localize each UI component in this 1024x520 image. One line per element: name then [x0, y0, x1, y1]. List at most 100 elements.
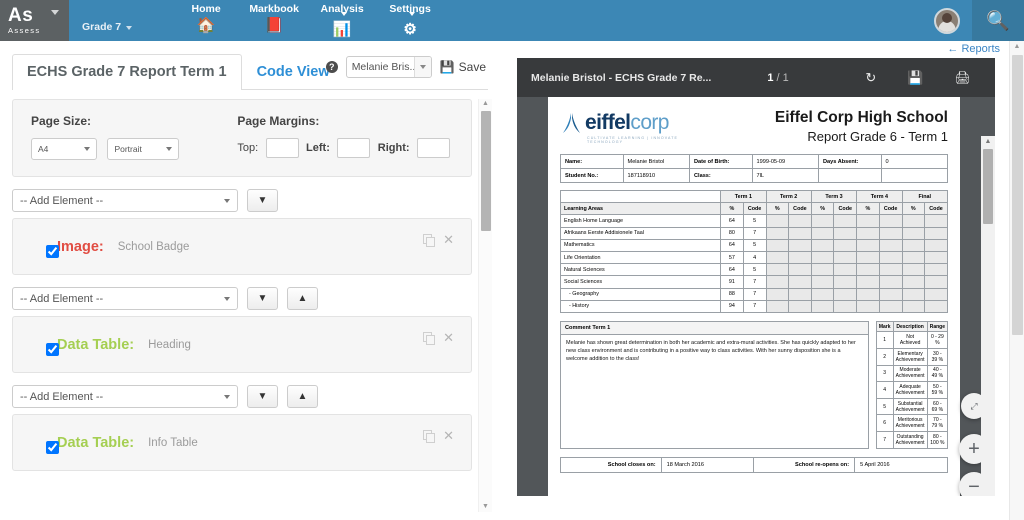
empty-mark-cell — [765, 214, 789, 228]
achievement-scale-table: Mark Description Range 1 Not Achieved 0 - … — [875, 320, 949, 449]
margin-top-input[interactable] — [265, 138, 299, 158]
pdf-scrollbar[interactable]: ▲ — [981, 136, 995, 496]
absent-value: 0 — [880, 154, 948, 169]
school-closes-value: 18 March 2016 — [660, 456, 755, 473]
add-element-placeholder: -- Add Element -- — [20, 390, 104, 403]
element-enabled-checkbox[interactable] — [46, 245, 59, 258]
code-cell: 5 — [742, 214, 767, 228]
duplicate-icon[interactable] — [423, 234, 436, 247]
nav-item-label: Markbook — [249, 3, 299, 15]
scroll-up-arrow-icon[interactable]: ▲ — [1010, 41, 1024, 53]
empty-mark-cell — [833, 287, 858, 301]
element-row-image[interactable]: Image: School Badge ✕ — [12, 218, 472, 275]
close-icon[interactable]: ✕ — [443, 331, 454, 344]
window-scrollbar[interactable]: ▲ — [1009, 41, 1024, 520]
learning-area-cell: - History — [559, 299, 722, 313]
scrollbar-thumb[interactable] — [1012, 55, 1023, 335]
add-element-select[interactable]: -- Add Element -- — [12, 189, 238, 212]
print-icon[interactable]: 🖨 — [954, 70, 971, 86]
element-actions: ✕ — [423, 233, 454, 247]
empty-mark-cell — [765, 226, 789, 240]
editor-scroll-area[interactable]: Page Size: A4 Portrait Page Margins: Top… — [12, 99, 490, 514]
close-icon[interactable]: ✕ — [443, 429, 454, 442]
empty-mark-cell — [833, 275, 858, 289]
duplicate-icon[interactable] — [423, 332, 436, 345]
duplicate-icon[interactable] — [423, 430, 436, 443]
save-button[interactable]: 💾 Save — [440, 60, 486, 74]
pdf-page-area[interactable]: eiffelcorp CULTIVATE LEARNING | INNOVATE… — [517, 97, 995, 496]
school-reopens-label: School re-opens on: — [753, 456, 856, 473]
scale-mark-cell: 6 — [875, 414, 894, 433]
element-type-label: Data Table: — [57, 434, 135, 451]
bar-chart-icon: 📊 — [332, 21, 352, 38]
scroll-down-arrow-icon[interactable]: ▼ — [479, 502, 492, 512]
comment-box: Comment Term 1 Melanie has shown great d… — [560, 320, 869, 449]
move-down-button[interactable]: ▼ — [247, 189, 278, 212]
class-value: 7lL — [751, 168, 819, 183]
move-up-button[interactable]: ▲ — [287, 287, 318, 310]
scale-range-cell: 0 - 29 % — [926, 331, 949, 350]
chevron-down-icon — [126, 26, 133, 30]
element-row-heading[interactable]: Data Table: Heading ✕ — [12, 316, 472, 373]
scroll-up-arrow-icon[interactable]: ▲ — [479, 99, 492, 109]
percent-cell: 57 — [720, 250, 744, 265]
nav-item-markbook[interactable]: Markbook 📕 — [240, 0, 308, 41]
dob-label: Date of Birth: — [688, 154, 753, 169]
empty-mark-cell — [810, 226, 835, 240]
rotate-icon[interactable]: ↻ — [865, 70, 876, 86]
nav-item-settings[interactable]: Settings ⚙ — [376, 0, 444, 41]
principal-signature: E Coller — [560, 493, 948, 496]
add-element-select[interactable]: -- Add Element -- — [12, 287, 238, 310]
element-enabled-checkbox[interactable] — [46, 343, 59, 356]
save-button-label: Save — [458, 60, 486, 74]
add-element-select[interactable]: -- Add Element -- — [12, 385, 238, 408]
element-row-info-table[interactable]: Data Table: Info Table ✕ — [12, 414, 472, 471]
brand-logo[interactable]: As Assess — [0, 0, 69, 41]
table-row: - Geography 88 7 — [559, 287, 948, 301]
orientation-select[interactable]: Portrait — [107, 138, 180, 160]
element-name-label: Heading — [148, 338, 191, 351]
nav-item-analysis[interactable]: Analysis 📊 — [308, 0, 376, 41]
empty-mark-cell — [901, 287, 926, 301]
page-settings-panel: Page Size: A4 Portrait Page Margins: Top… — [12, 99, 472, 177]
percent-cell: 94 — [720, 299, 744, 313]
code-cell: 4 — [742, 250, 767, 265]
code-cell: 7 — [742, 299, 767, 313]
empty-mark-cell — [878, 238, 903, 252]
scrollbar-thumb[interactable] — [481, 111, 491, 231]
empty-mark-cell — [924, 214, 948, 228]
absent-label: Days Absent: — [817, 154, 882, 169]
editor-scrollbar[interactable]: ▲ ▼ — [478, 99, 492, 512]
margin-right-input[interactable] — [417, 138, 450, 158]
empty-mark-cell — [856, 275, 880, 289]
tab-report-designer[interactable]: ECHS Grade 7 Report Term 1 — [12, 54, 242, 90]
table-row: Student No.: 187118910 Class: 7lL — [560, 168, 948, 183]
scrollbar-thumb[interactable] — [983, 149, 993, 224]
move-down-button[interactable]: ▼ — [247, 385, 278, 408]
empty-mark-cell — [878, 275, 903, 289]
margin-right-label: Right: — [377, 142, 410, 154]
save-icon[interactable]: 💾 — [907, 70, 923, 86]
empty-header — [559, 189, 722, 204]
empty-mark-cell — [856, 226, 880, 240]
element-enabled-checkbox[interactable] — [46, 441, 59, 454]
move-down-button[interactable]: ▼ — [247, 287, 278, 310]
logo-bold-text: eiffel — [585, 111, 631, 134]
percent-cell: 88 — [720, 287, 744, 301]
nav-item-home[interactable]: Home 🏠 — [172, 0, 240, 41]
close-icon[interactable]: ✕ — [443, 233, 454, 246]
page-size-select[interactable]: A4 — [31, 138, 97, 160]
move-up-button[interactable]: ▲ — [287, 385, 318, 408]
learning-area-cell: Mathematics — [559, 238, 722, 252]
avatar[interactable] — [934, 7, 960, 34]
back-to-reports-link[interactable]: ← Reports — [947, 43, 1000, 55]
table-row: 7 Outstanding Achievement 80 - 100 % — [875, 431, 949, 449]
student-select[interactable]: Melanie Bris... — [345, 56, 432, 78]
margin-left-input[interactable] — [337, 138, 371, 158]
search-icon[interactable]: 🔍 — [972, 0, 1024, 41]
help-icon[interactable]: ? — [325, 61, 338, 73]
scroll-up-arrow-icon[interactable]: ▲ — [981, 136, 995, 147]
student-select-value: Melanie Bris... — [351, 61, 419, 73]
grade-selector[interactable]: Grade 7 — [69, 0, 133, 41]
col-header: Code — [924, 202, 948, 216]
